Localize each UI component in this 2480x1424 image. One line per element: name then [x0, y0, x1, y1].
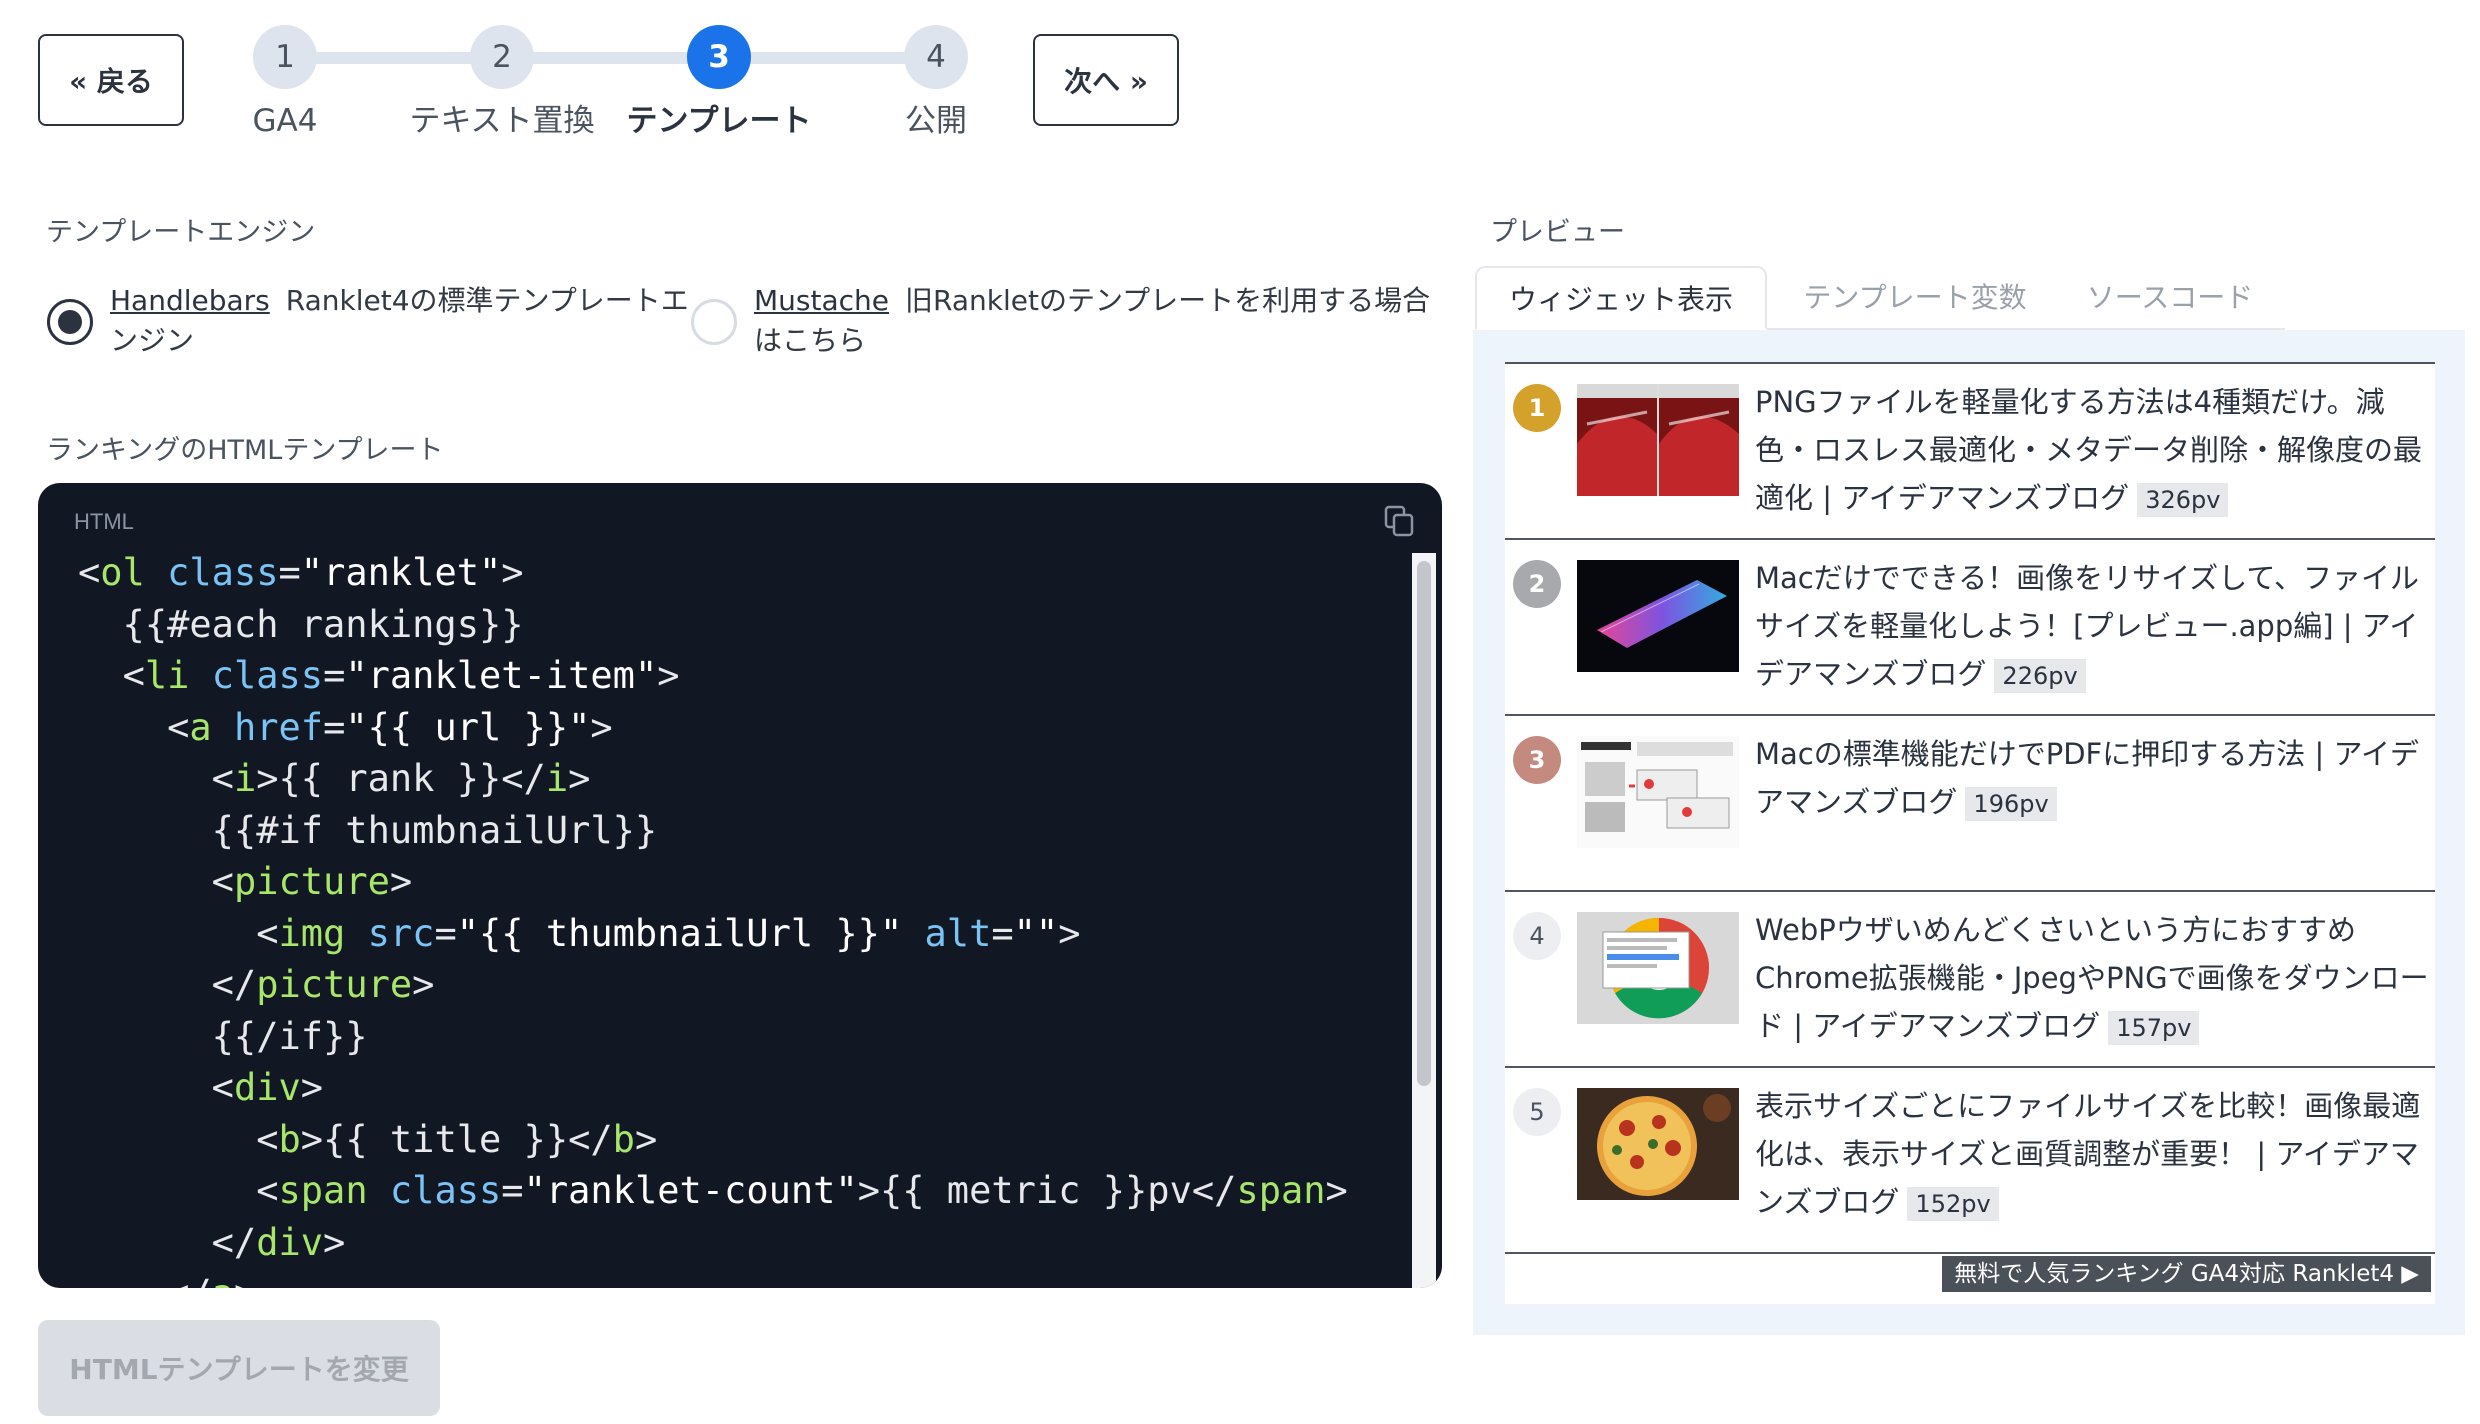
mustache-link[interactable]: Mustache [754, 284, 889, 317]
mustache-description-cont: はこちら [754, 324, 867, 357]
template-code-editor[interactable]: HTML <ol class="ranklet"> {{#each rankin… [38, 483, 1442, 1288]
pdf-screenshot-thumbnail[interactable] [1577, 736, 1739, 848]
mustache-description: 旧Rankletのテンプレートを利用する場合 [905, 284, 1431, 317]
code-line: <b>{{ title }}</b> [256, 1117, 658, 1161]
ranking-item[interactable]: 4 WebPウザいめんどくさいという方におすすめChrome拡張機能・JpegやP… [1505, 890, 2435, 1068]
pageview-count: 326pv [2137, 483, 2229, 517]
rank-number-badge: 4 [1513, 912, 1561, 960]
handlebars-option: Handlebars Ranklet4の標準テンプレートエ ンジン [110, 281, 690, 361]
copy-icon[interactable] [1382, 503, 1418, 539]
mustache-option: Mustache 旧Rankletのテンプレートを利用する場合 はこちら [754, 281, 1454, 361]
step-2-circle[interactable]: 2 [470, 25, 534, 89]
step-3-circle[interactable]: 3 [687, 25, 751, 89]
code-line: {{/if}} [78, 1014, 368, 1058]
handlebars-link[interactable]: Handlebars [110, 284, 270, 317]
code-language-label: HTML [74, 509, 134, 534]
handlebars-description-cont: ンジン [110, 324, 195, 357]
ranklet-promo-link[interactable]: 無料で人気ランキング GA4対応 Ranklet4 ▶ [1942, 1256, 2431, 1292]
stepper-track [287, 52, 935, 64]
keyboard-photo-thumbnail[interactable] [1577, 560, 1739, 672]
step-1-label: GA4 [252, 103, 318, 139]
ranking-item-title-block[interactable]: Macの標準機能だけでPDFに押印する方法 | アイデアマンズブログ 196pv [1755, 730, 2430, 826]
code-line: <ol class="ranklet"> [78, 551, 524, 594]
code-line: </picture> [211, 963, 435, 1006]
ranking-item-title-block[interactable]: WebPウザいめんどくさいという方におすすめChrome拡張機能・JpegやPN… [1755, 906, 2430, 1050]
step-3-label: テンプレート [626, 103, 812, 139]
mustache-radio[interactable] [691, 299, 737, 345]
ranking-item-title[interactable]: 表示サイズごとにファイルサイズを比較！画像最適化は、表示サイズと画質調整が重要！… [1755, 1089, 2420, 1219]
ranking-list-end-rule [1505, 1252, 2435, 1254]
back-button[interactable]: « 戻る [38, 34, 184, 126]
step-2-label: テキスト置換 [409, 103, 595, 139]
preview-heading: プレビュー [1490, 217, 1625, 248]
ranking-item-title[interactable]: PNGファイルを軽量化する方法は4種類だけ。減色・ロスレス最適化・メタデータ削除… [1755, 385, 2422, 515]
handlebars-radio[interactable] [47, 299, 93, 345]
ranking-widget: 1 PNGファイルを軽量化する方法は4種類だけ。減色・ロスレス最適化・メタデータ削… [1505, 362, 2435, 1304]
tab-widget-view[interactable]: ウィジェット表示 [1475, 266, 1767, 330]
step-4-label: 公開 [905, 103, 967, 139]
code-scrollbar-thumb[interactable] [1417, 561, 1431, 1086]
code-line: <div> [211, 1066, 324, 1109]
code-line: {{#if thumbnailUrl}} [78, 808, 658, 852]
ranking-item[interactable]: 5 表示サイズごとにファイルサイズを比較！画像最適化は、表示サイズと画質調整が重要… [1505, 1066, 2435, 1254]
code-line: <li class="ranklet-item"> [122, 654, 680, 697]
code-lines: <ol class="ranklet"> {{#each rankings}} … [78, 547, 1348, 1288]
pageview-count: 157pv [2108, 1011, 2200, 1045]
template-heading: ランキングのHTMLテンプレート [46, 435, 444, 466]
ranking-item-title-block[interactable]: 表示サイズごとにファイルサイズを比較！画像最適化は、表示サイズと画質調整が重要！… [1755, 1082, 2430, 1226]
ranking-item-title[interactable]: Macの標準機能だけでPDFに押印する方法 | アイデアマンズブログ [1755, 737, 2419, 819]
ranking-item[interactable]: 1 PNGファイルを軽量化する方法は4種類だけ。減色・ロスレス最適化・メタデータ削… [1505, 362, 2435, 540]
rank-number-badge: 3 [1513, 736, 1561, 784]
code-line: {{#each rankings}} [78, 602, 524, 646]
ranking-item[interactable]: 2 Macだけでできる！画像をリサイズして、ファイルサイズを軽量化しよう！[プレビ… [1505, 538, 2435, 716]
code-line: <a href="{{ url }}"> [167, 705, 613, 749]
pizza-photo-thumbnail[interactable] [1577, 1088, 1739, 1200]
tab-source-code[interactable]: ソースコード [2060, 266, 2280, 330]
code-line: <picture> [211, 860, 413, 903]
apply-template-button[interactable]: HTMLテンプレートを変更 [38, 1320, 440, 1416]
ranking-item[interactable]: 3 Macの標準機能だけでPDFに押印する方法 | アイデアマンズブログ 196pv [1505, 714, 2435, 892]
ranking-item-title-block[interactable]: PNGファイルを軽量化する方法は4種類だけ。減色・ロスレス最適化・メタデータ削除… [1755, 378, 2430, 522]
pageview-count: 226pv [1994, 659, 2086, 693]
code-line: <img src="{{ thumbnailUrl }}" alt=""> [256, 911, 1081, 955]
ranking-item-title[interactable]: WebPウザいめんどくさいという方におすすめChrome拡張機能・JpegやPN… [1755, 913, 2429, 1043]
rank-number-badge: 5 [1513, 1088, 1561, 1136]
pageview-count: 152pv [1907, 1187, 1999, 1221]
ranking-item-title-block[interactable]: Macだけでできる！画像をリサイズして、ファイルサイズを軽量化しよう！[プレビュ… [1755, 554, 2430, 698]
code-line: <i>{{ rank }}</i> [211, 757, 591, 800]
step-4-circle[interactable]: 4 [904, 25, 968, 89]
chrome-logo-thumbnail[interactable] [1577, 912, 1739, 1024]
rank-number-badge: 2 [1513, 560, 1561, 608]
step-1-circle[interactable]: 1 [253, 25, 317, 89]
tab-template-variables[interactable]: テンプレート変数 [1780, 266, 2050, 330]
ranking-item-title[interactable]: Macだけでできる！画像をリサイズして、ファイルサイズを軽量化しよう！[プレビュ… [1755, 561, 2419, 691]
code-scrollbar[interactable] [1412, 553, 1436, 1288]
pageview-count: 196pv [1965, 787, 2057, 821]
next-button[interactable]: 次へ » [1033, 34, 1179, 126]
red-car-photo-thumbnail[interactable] [1577, 384, 1739, 496]
code-line: <span class="ranklet-count">{{ metric }}… [256, 1169, 1348, 1212]
rank-number-badge: 1 [1513, 384, 1561, 432]
engine-heading: テンプレートエンジン [46, 217, 316, 248]
code-line: </div> [211, 1220, 346, 1264]
code-line: </a> [78, 1268, 1348, 1288]
handlebars-description: Ranklet4の標準テンプレートエ [285, 284, 689, 317]
